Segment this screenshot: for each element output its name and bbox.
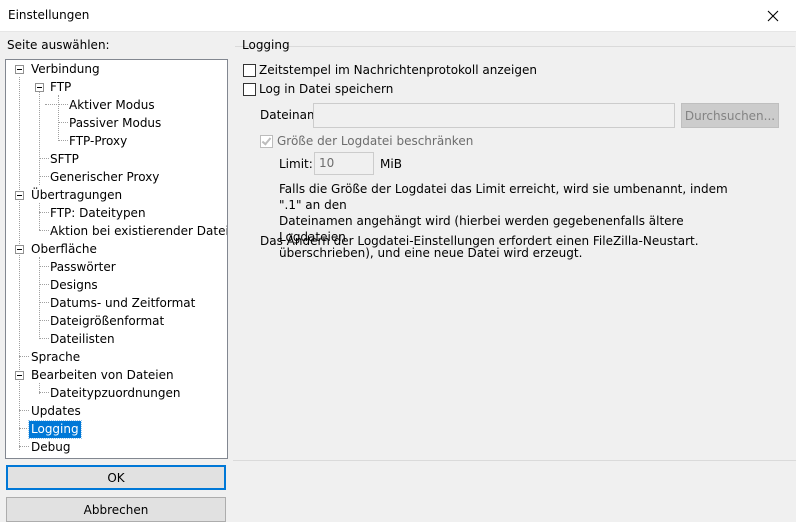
tree-item-debug[interactable]: Debug xyxy=(29,439,72,456)
tree-line xyxy=(39,257,40,339)
tree-item-aktiver-modus[interactable]: Aktiver Modus xyxy=(67,97,157,114)
tree-line xyxy=(19,446,29,447)
limit-input[interactable]: 10 xyxy=(314,152,374,175)
rotation-info-text: Falls die Größe der Logdatei das Limit e… xyxy=(279,182,728,260)
tree-item-dateitypzuordnungen[interactable]: Dateitypzuordnungen xyxy=(48,385,182,402)
browse-button[interactable]: Durchsuchen... xyxy=(681,103,779,128)
limit-label: Limit: xyxy=(279,157,313,171)
close-icon xyxy=(767,10,779,21)
title-bar: Einstellungen xyxy=(0,0,796,32)
log-to-file-label[interactable]: Log in Datei speichern xyxy=(259,82,393,96)
tree-line xyxy=(19,77,20,450)
tree-item-dateilisten[interactable]: Dateilisten xyxy=(48,331,117,348)
collapse-icon[interactable] xyxy=(35,83,44,92)
close-button[interactable] xyxy=(750,0,796,31)
page-select-label: Seite auswählen: xyxy=(7,38,110,52)
timestamps-label[interactable]: Zeitstempel im Nachrichtenprotokoll anze… xyxy=(259,63,537,77)
collapse-icon[interactable] xyxy=(15,191,24,200)
tree-item-ftp-proxy[interactable]: FTP-Proxy xyxy=(67,133,129,150)
log-to-file-checkbox[interactable] xyxy=(243,83,256,96)
tree-item-aktion-existierende-datei[interactable]: Aktion bei existierender Datei xyxy=(48,223,227,240)
limit-size-checkbox[interactable] xyxy=(260,135,273,148)
limit-size-label[interactable]: Größe der Logdatei beschränken xyxy=(277,134,473,148)
tree-line xyxy=(19,410,29,411)
ok-button[interactable]: OK xyxy=(6,465,226,490)
tree-item-passwoerter[interactable]: Passwörter xyxy=(48,259,118,276)
tree-item-logging[interactable]: Logging xyxy=(28,420,82,439)
tree-line xyxy=(19,428,29,429)
cancel-button[interactable]: Abbrechen xyxy=(6,497,226,522)
collapse-icon[interactable] xyxy=(15,245,24,254)
limit-unit: MiB xyxy=(380,157,402,171)
tree-line xyxy=(58,95,59,141)
collapse-icon[interactable] xyxy=(15,65,24,74)
tree-item-sftp[interactable]: SFTP xyxy=(48,151,81,168)
tree-item-dateigroessenformat[interactable]: Dateigrößenformat xyxy=(48,313,166,330)
tree-line xyxy=(45,104,57,105)
restart-note: Das Ändern der Logdatei-Einstellungen er… xyxy=(260,234,699,248)
tree-line xyxy=(19,356,29,357)
tree-item-sprache[interactable]: Sprache xyxy=(29,349,82,366)
tree-item-ftp-dateitypen[interactable]: FTP: Dateitypen xyxy=(48,205,148,222)
tree-line xyxy=(39,203,40,230)
tree-item-uebertragungen[interactable]: Übertragungen xyxy=(29,187,124,204)
tree-item-ftp[interactable]: FTP xyxy=(48,79,73,96)
collapse-icon[interactable] xyxy=(15,371,24,380)
logging-group-title: Logging xyxy=(242,38,290,52)
tree-item-oberflaeche[interactable]: Oberfläche xyxy=(29,241,99,258)
tree-item-generischer-proxy[interactable]: Generischer Proxy xyxy=(48,169,161,186)
tree-item-designs[interactable]: Designs xyxy=(48,277,100,294)
window-title: Einstellungen xyxy=(8,8,90,22)
tree-line xyxy=(39,87,40,185)
timestamps-checkbox[interactable] xyxy=(243,64,256,77)
tree-item-datums-zeitformat[interactable]: Datums- und Zeitformat xyxy=(48,295,197,312)
tree-item-bearbeiten-dateien[interactable]: Bearbeiten von Dateien xyxy=(29,367,176,384)
tree-item-verbindung[interactable]: Verbindung xyxy=(29,61,102,78)
tree-item-passiver-modus[interactable]: Passiver Modus xyxy=(67,115,163,132)
filename-input[interactable] xyxy=(313,103,675,128)
settings-tree[interactable]: Verbindung FTP Aktiver Modus Passiver Mo… xyxy=(5,59,228,459)
tree-item-updates[interactable]: Updates xyxy=(29,403,83,420)
